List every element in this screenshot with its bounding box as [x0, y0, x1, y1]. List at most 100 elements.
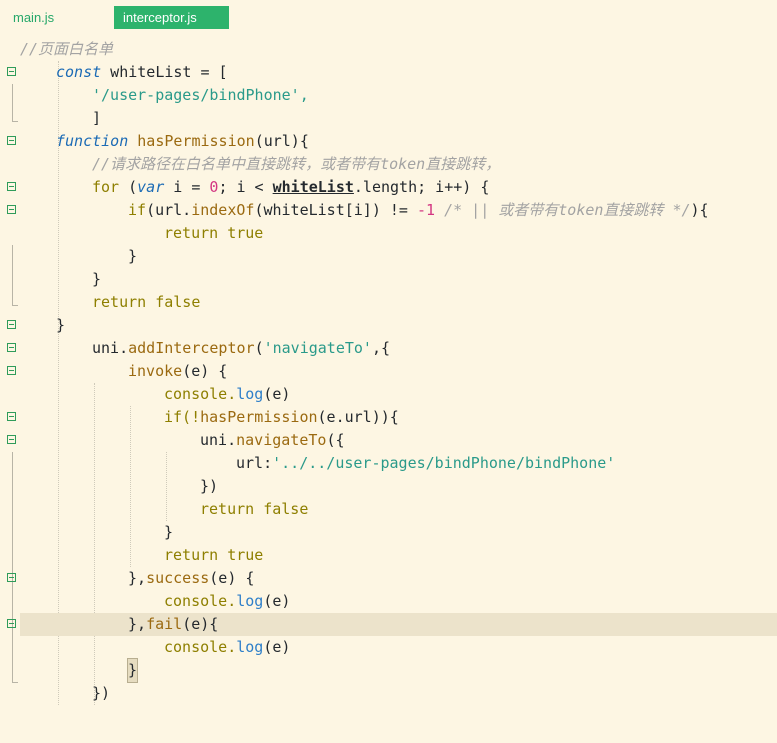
keyword: const: [56, 63, 102, 81]
code-line-14: uni.addInterceptor('navigateTo',{: [0, 337, 777, 360]
code-line-4: ]: [0, 107, 777, 130]
code-line-11: }: [0, 268, 777, 291]
return-statement: return false: [200, 500, 309, 518]
fold-toggle-icon[interactable]: [7, 136, 16, 145]
code-token: }): [200, 477, 219, 495]
code-text: invoke(e) {: [128, 360, 227, 383]
code-line-23: return true: [0, 544, 777, 567]
fold-toggle-icon[interactable]: [7, 573, 16, 582]
code-line-8: if(url.indexOf(whiteList[i]) != -1 /* ||…: [0, 199, 777, 222]
fold-toggle-icon[interactable]: [7, 182, 16, 191]
code-token: }): [92, 684, 111, 702]
function-name: addInterceptor: [128, 339, 255, 357]
code-token: },: [128, 615, 147, 633]
code-line-9: return true: [0, 222, 777, 245]
function-name: invoke: [128, 362, 183, 380]
code-line-29: }): [0, 682, 777, 705]
code-token: }: [56, 316, 66, 334]
code-text: if(url.indexOf(whiteList[i]) != -1 /* ||…: [128, 199, 709, 222]
code-line-25: console.log(e): [0, 590, 777, 613]
code-comment: //请求路径在白名单中直接跳转，或者带有token直接跳转，: [92, 155, 501, 173]
code-token: uni.: [92, 339, 129, 357]
code-line-19: url:'../../user-pages/bindPhone/bindPhon…: [0, 452, 777, 475]
code-text: console.log(e): [164, 383, 290, 406]
code-token: }: [164, 523, 174, 541]
code-token: console.: [164, 385, 237, 403]
tab-main-js[interactable]: main.js: [4, 6, 100, 29]
code-token: (e): [263, 385, 291, 403]
code-text: if(!hasPermission(e.url)){: [164, 406, 399, 429]
code-token: ,{: [371, 339, 391, 357]
fold-toggle-icon[interactable]: [7, 366, 16, 375]
code-text: uni.navigateTo({: [200, 429, 345, 452]
function-name: indexOf: [191, 201, 255, 219]
code-line-5: function hasPermission(url){: [0, 130, 777, 153]
function-name: navigateTo: [236, 431, 327, 449]
code-token: ){: [690, 201, 709, 219]
code-line-26: },fail(e){: [0, 613, 777, 636]
code-line-10: }: [0, 245, 777, 268]
keyword: var: [137, 178, 165, 196]
code-token: whiteList = [: [101, 63, 228, 81]
fold-toggle-icon[interactable]: [7, 343, 16, 352]
code-line-22: }: [0, 521, 777, 544]
code-line-21: return false: [0, 498, 777, 521]
code-token: i =: [164, 178, 210, 196]
code-comment: //页面白名单: [20, 40, 114, 58]
code-text: },success(e) {: [128, 567, 254, 590]
code-text: },fail(e){: [128, 613, 218, 636]
code-line-3: '/user-pages/bindPhone',: [0, 84, 777, 107]
function-name: log: [236, 592, 264, 610]
fold-toggle-icon[interactable]: [7, 320, 16, 329]
code-text: console.log(e): [164, 636, 290, 659]
fold-toggle-icon[interactable]: [7, 435, 16, 444]
code-line-16: console.log(e): [0, 383, 777, 406]
code-token: (url){: [254, 132, 309, 150]
code-line-6: //请求路径在白名单中直接跳转，或者带有token直接跳转，: [0, 153, 777, 176]
keyword: for: [92, 178, 120, 196]
fold-toggle-icon[interactable]: [7, 619, 16, 628]
code-line-13: }: [0, 314, 777, 337]
code-line-20: }): [0, 475, 777, 498]
code-text: const whiteList = [: [56, 61, 228, 84]
string-literal: 'navigateTo': [263, 339, 372, 357]
code-token: uni.: [200, 431, 237, 449]
identifier-highlight: whiteList: [272, 178, 354, 196]
bracket-match-highlight: }: [126, 658, 139, 683]
fold-toggle-icon[interactable]: [7, 67, 16, 76]
code-token: ({: [326, 431, 345, 449]
function-name: log: [236, 385, 264, 403]
function-name: fail: [146, 615, 183, 633]
code-token: (url.: [146, 201, 192, 219]
code-text: for (var i = 0; i < whiteList.length; i+…: [92, 176, 489, 199]
code-editor[interactable]: //页面白名单 const whiteList = [ '/user-pages…: [0, 38, 777, 738]
code-line-18: uni.navigateTo({: [0, 429, 777, 452]
code-token: (: [254, 339, 264, 357]
code-token: console.: [164, 592, 237, 610]
fold-toggle-icon[interactable]: [7, 205, 16, 214]
function-name: success: [146, 569, 210, 587]
code-token: (e) {: [182, 362, 228, 380]
code-token: ]: [92, 109, 102, 127]
code-text: uni.addInterceptor('navigateTo',{: [92, 337, 390, 360]
code-line-7: for (var i = 0; i < whiteList.length; i+…: [0, 176, 777, 199]
string-literal: '/user-pages/bindPhone',: [92, 86, 309, 104]
code-token: (: [119, 178, 138, 196]
code-token: url:: [236, 454, 273, 472]
fold-toggle-icon[interactable]: [7, 412, 16, 421]
return-statement: return true: [164, 546, 264, 564]
code-token: .length; i++) {: [353, 178, 490, 196]
code-token: (e){: [182, 615, 219, 633]
code-line-12: return false: [0, 291, 777, 314]
code-token: ; i <: [218, 178, 273, 196]
code-token: console.: [164, 638, 237, 656]
code-token: (e): [263, 592, 291, 610]
code-line-24: },success(e) {: [0, 567, 777, 590]
tab-interceptor-js[interactable]: interceptor.js: [114, 6, 229, 29]
code-line-17: if(!hasPermission(e.url)){: [0, 406, 777, 429]
return-statement: return false: [92, 293, 201, 311]
keyword: function: [56, 132, 129, 150]
code-text: console.log(e): [164, 590, 290, 613]
code-line-28: }: [0, 658, 777, 683]
code-token: (whiteList[i]) !=: [254, 201, 417, 219]
